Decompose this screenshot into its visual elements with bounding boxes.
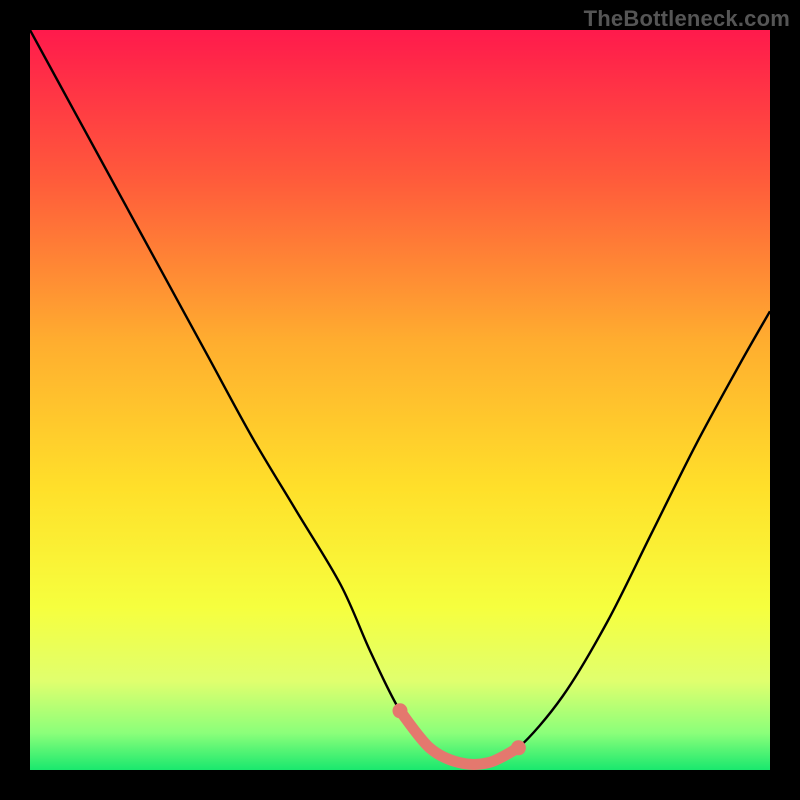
plot-area: [30, 30, 770, 770]
gradient-background: [30, 30, 770, 770]
chart-frame: TheBottleneck.com: [0, 0, 800, 800]
watermark-text: TheBottleneck.com: [584, 6, 790, 32]
bottleneck-chart: [30, 30, 770, 770]
